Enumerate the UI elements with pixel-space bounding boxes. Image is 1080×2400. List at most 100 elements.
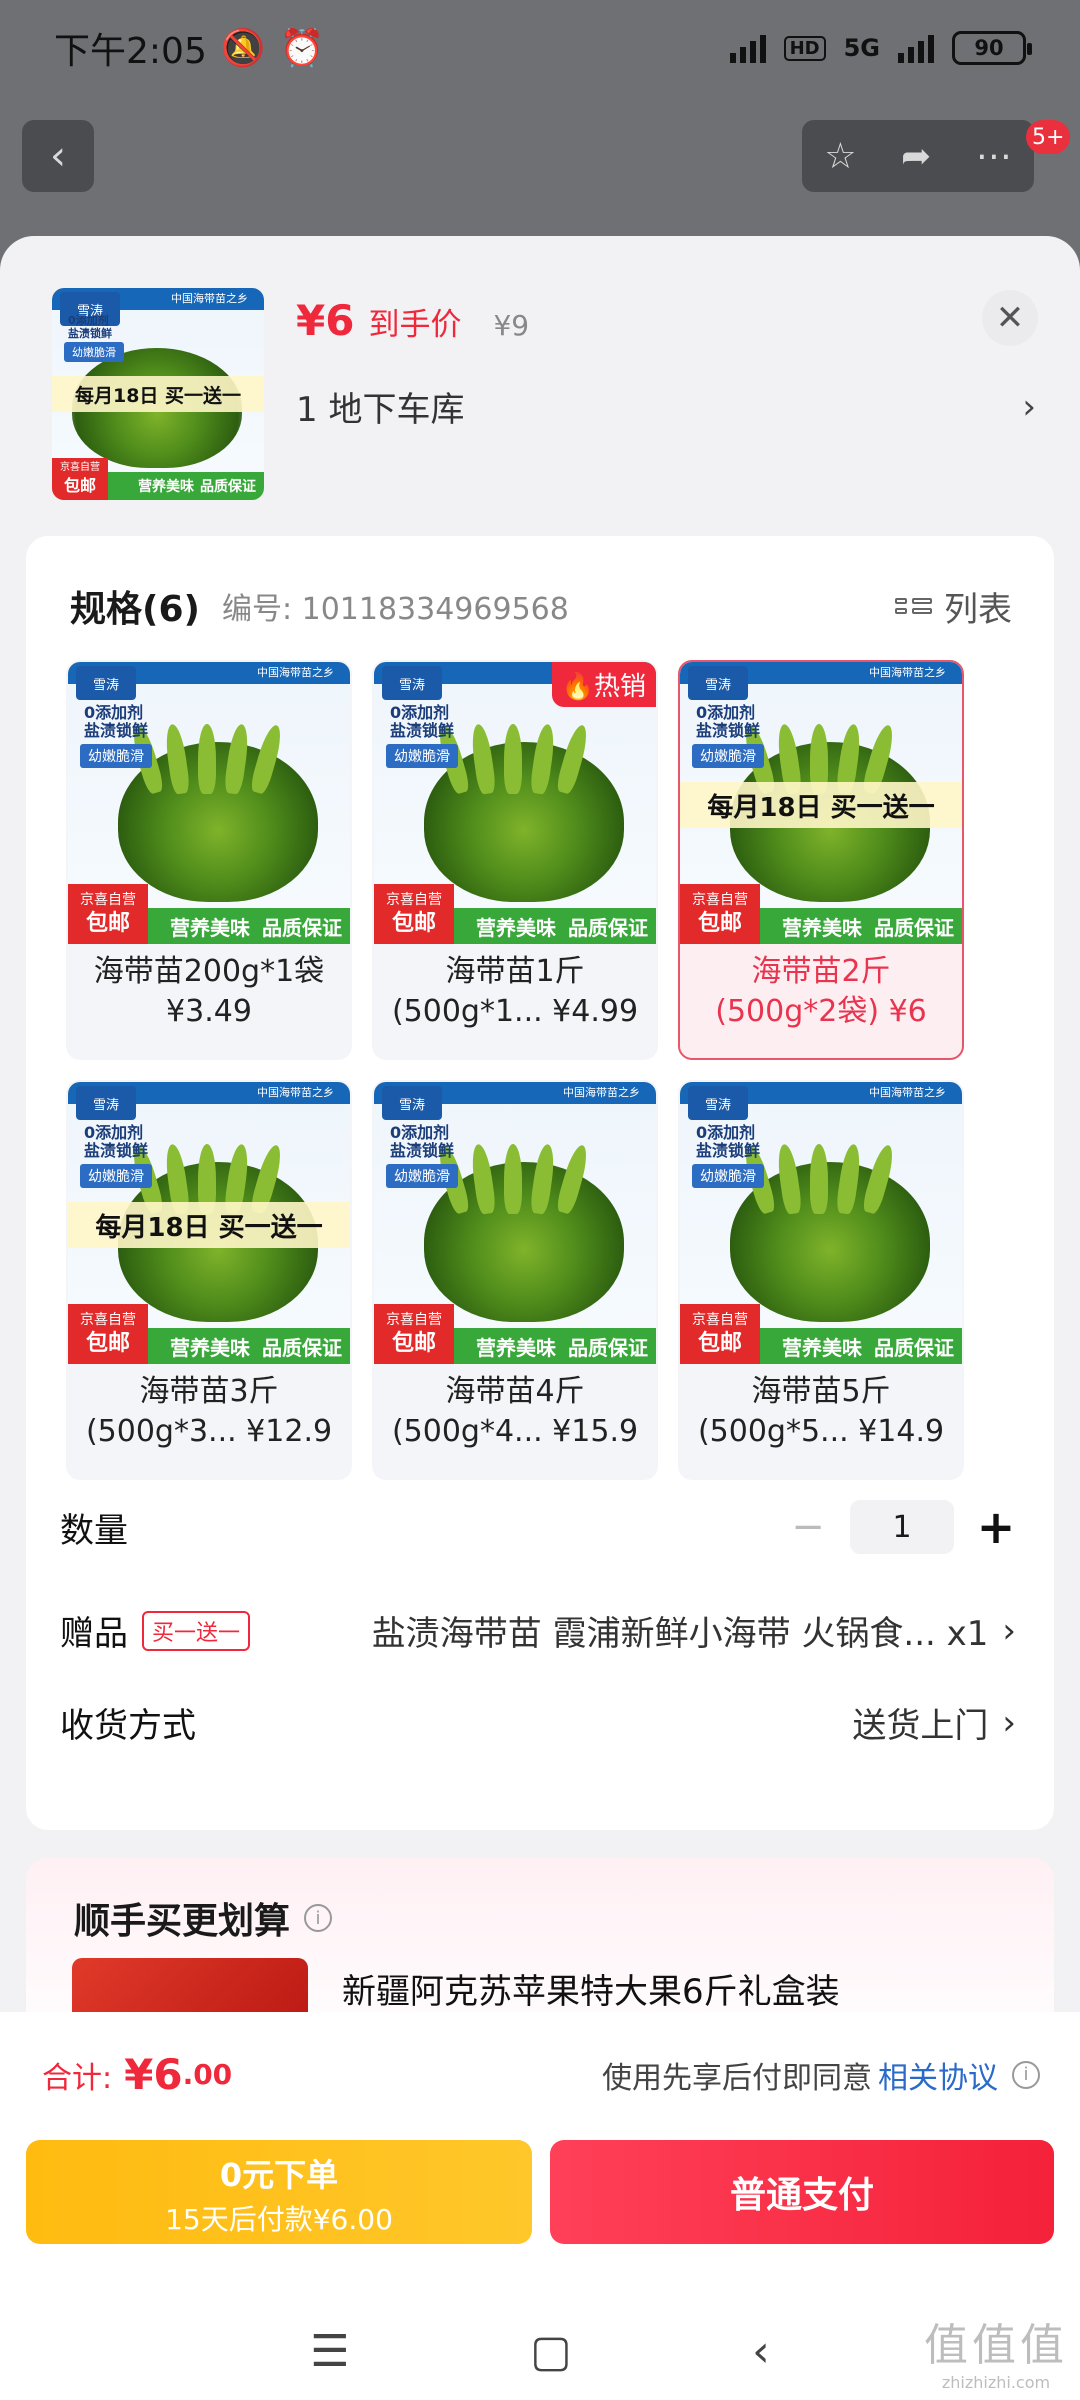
normal-pay-button[interactable]: 普通支付 [550,2140,1054,2244]
art-line1: 0添加剂 [84,1123,144,1142]
product-art: 中国海带苗之乡雪涛0添加剂盐渍锁鲜幼嫩脆滑营养美味品质保证京喜自营包邮 [680,1082,962,1364]
notification-badge: 5+ [1026,120,1071,154]
final-price-label: 到手价 [368,307,462,343]
spec-option[interactable]: 🔥热销中国海带苗之乡雪涛0添加剂盐渍锁鲜幼嫩脆滑营养美味品质保证京喜自营包邮海带… [372,660,658,1060]
option-image: 中国海带苗之乡 雪涛 0添加剂 盐渍锁鲜 幼嫩脆滑 每月18日 买一送一 营养美味 品质保证京… [68,1082,350,1364]
delivery-value-group: 送货上门 › [852,1698,1016,1747]
option-subtitle: (500g*1... ¥4.99 [391,994,639,1029]
option-title: 海带苗4斤 [445,1374,585,1409]
product-thumbnail[interactable]: 中国海带苗之乡 雪涛 0添加剂 盐渍锁鲜 幼嫩脆滑 每月18日 买一送一 营养美味… [52,288,264,500]
art-line1: 0添加剂 [390,703,450,722]
list-view-button[interactable]: 列表 [895,582,1012,631]
original-price: ¥9 [493,309,530,342]
option-subtitle: ¥3.49 [166,994,252,1029]
spec-option[interactable]: 中国海带苗之乡 雪涛 0添加剂 盐渍锁鲜 幼嫩脆滑 营养美味 品质保证 京喜自营 包邮 海带苗20… [66,660,352,1060]
increase-button[interactable]: + [976,1500,1016,1554]
price-row: ¥6 到手价 ¥9 [296,296,529,345]
option-label: 海带苗2斤 (500g*2袋) ¥6 [680,952,962,1032]
option-label: 海带苗3斤 (500g*3... ¥12.9 [68,1372,350,1452]
wifi-signal-icon [729,33,766,63]
spec-card: 规格(6) 编号: 10118334969568 列表 中国海带苗之乡 雪涛 0添加… [26,536,1054,1830]
final-price: ¥6 [296,296,355,345]
art-line: 0添加剂 盐渍锁鲜 [696,1124,760,1160]
art-line1: 0添加剂 [390,1123,450,1142]
favorite-star-icon[interactable]: ☆ [824,136,856,177]
status-icons: HD 5G 90 [729,31,1032,65]
system-nav-bar: ☰ ▢ ‹ [0,2302,1080,2400]
art-line2: 盐渍锁鲜 [696,721,761,740]
agreement-text: 使用先享后付即同意 [602,2060,872,2096]
back-button[interactable]: ‹ [22,120,94,192]
agreement-link[interactable]: 相关协议 [878,2053,998,2097]
spec-option[interactable]: 中国海带苗之乡 雪涛 0添加剂 盐渍锁鲜 幼嫩脆滑 每月18日 买一送一 营养美味 品质保证京… [66,1080,352,1480]
delivery-row[interactable]: 收货方式 送货上门 › [60,1698,1016,1747]
mute-bell-icon: 🔕 [220,28,266,69]
quantity-input[interactable]: 1 [850,1500,954,1554]
checkout-bar: 合计: ¥6 .00 使用先享后付即同意 相关协议 i 0元下单 15天后付款¥… [0,2012,1080,2400]
hot-badge: 🔥热销 [551,662,656,707]
decrease-button[interactable]: − [788,1504,828,1550]
art-line2: 盐渍锁鲜 [68,327,112,340]
option-image: 中国海带苗之乡雪涛0添加剂盐渍锁鲜幼嫩脆滑营养美味品质保证京喜自营包邮 [680,1082,962,1364]
share-icon[interactable]: ➦ [901,136,931,177]
home-icon[interactable]: ▢ [530,2326,572,2377]
watermark-logo: 值值值 [924,2320,1068,2371]
pay-later-button[interactable]: 0元下单 15天后付款¥6.00 [26,2140,532,2244]
close-button[interactable]: ✕ [982,290,1038,346]
more-icon[interactable]: ⋯ [976,136,1012,177]
art-footer1: 营养美味 [782,915,862,940]
art-footer2: 品质保证 [262,915,342,940]
spec-header: 规格(6) 编号: 10118334969568 列表 [70,580,1012,632]
jd-badge: 京喜自营 包邮 [680,1304,760,1364]
brand-logo: 雪涛 [382,1086,442,1120]
hd-badge: HD [783,35,826,61]
jd-top: 京喜自营 [80,892,136,908]
chevron-right-icon: › [1002,1702,1016,1743]
gift-badge: 买一送一 [142,1610,251,1651]
upsell-product-name[interactable]: 新疆阿克苏苹果特大果6斤礼盒装 [342,1964,840,2013]
art-tag: 幼嫩脆滑 [80,1164,152,1188]
art-line1: 0添加剂 [696,703,756,722]
back-icon[interactable]: ‹ [752,2326,770,2377]
jd-bottom: 包邮 [63,476,96,495]
spec-option[interactable]: 中国海带苗之乡 雪涛 0添加剂 盐渍锁鲜 幼嫩脆滑 每月18日 买一送一 营养美味 品质保证京… [678,660,964,1060]
art-line1: 0添加剂 [696,1123,756,1142]
total-decimals: .00 [182,2058,233,2091]
art-line: 0添加剂 盐渍锁鲜 [68,314,112,340]
product-art: 中国海带苗之乡雪涛0添加剂盐渍锁鲜幼嫩脆滑营养美味品质保证京喜自营包邮 [374,1082,656,1364]
total-row: 合计: ¥6 .00 使用先享后付即同意 相关协议 i [42,2050,1040,2099]
gift-value-group: 盐渍海带苗 霞浦新鲜小海带 火锅食... x1 › [372,1606,1016,1655]
spec-option[interactable]: 中国海带苗之乡 雪涛 0添加剂 盐渍锁鲜 幼嫩脆滑 营养美味 品质保证 京喜自营 包邮 海带苗4斤… [372,1080,658,1480]
jd-badge: 京喜自营 包邮 [374,884,454,944]
option-label: 海带苗5斤 (500g*5... ¥14.9 [680,1372,962,1452]
gift-label: 赠品 [60,1614,128,1654]
list-icon [895,598,932,614]
art-footer1: 营养美味 [170,915,250,940]
art-footer2: 品质保证 [568,915,648,940]
option-label: 海带苗1斤 (500g*1... ¥4.99 [374,952,656,1032]
status-time: 下午2:05 [54,31,207,72]
info-icon[interactable]: i [304,1904,333,1932]
chevron-right-icon: › [1002,1610,1016,1651]
option-title: 海带苗200g*1袋 [93,954,325,989]
gift-row[interactable]: 赠品 买一送一 盐渍海带苗 霞浦新鲜小海带 火锅食... x1 › [60,1606,1016,1655]
art-line: 0添加剂 盐渍锁鲜 [84,1124,148,1160]
art-footer1: 营养美味 [782,1335,862,1360]
menu-icon[interactable]: ☰ [310,2326,349,2377]
list-view-label: 列表 [944,589,1012,630]
jd-bottom: 包邮 [85,1331,130,1356]
brand-logo: 雪涛 [76,1086,136,1120]
art-footer2: 品质保证 [568,1335,648,1360]
jd-top: 京喜自营 [386,892,442,908]
product-art: 中国海带苗之乡 雪涛 0添加剂 盐渍锁鲜 幼嫩脆滑 每月18日 买一送一 营养美味… [52,288,264,500]
info-icon[interactable]: i [1012,2060,1040,2089]
address-selector[interactable]: 1 地下车库 › [296,382,1036,431]
art-footer1: 营养美味 [170,1335,250,1360]
art-tag: 幼嫩脆滑 [386,744,458,768]
pay-later-subtitle: 15天后付款¥6.00 [165,2203,393,2236]
fire-icon: 🔥 [561,672,594,702]
art-footer2: 品质保证 [200,479,256,495]
option-image: 中国海带苗之乡雪涛0添加剂盐渍锁鲜幼嫩脆滑营养美味品质保证京喜自营包邮 [68,662,350,944]
spec-option[interactable]: 中国海带苗之乡 雪涛 0添加剂 盐渍锁鲜 幼嫩脆滑 营养美味 品质保证 京喜自营 包邮 海带苗5斤… [678,1080,964,1480]
jd-bottom: 包邮 [391,911,436,936]
